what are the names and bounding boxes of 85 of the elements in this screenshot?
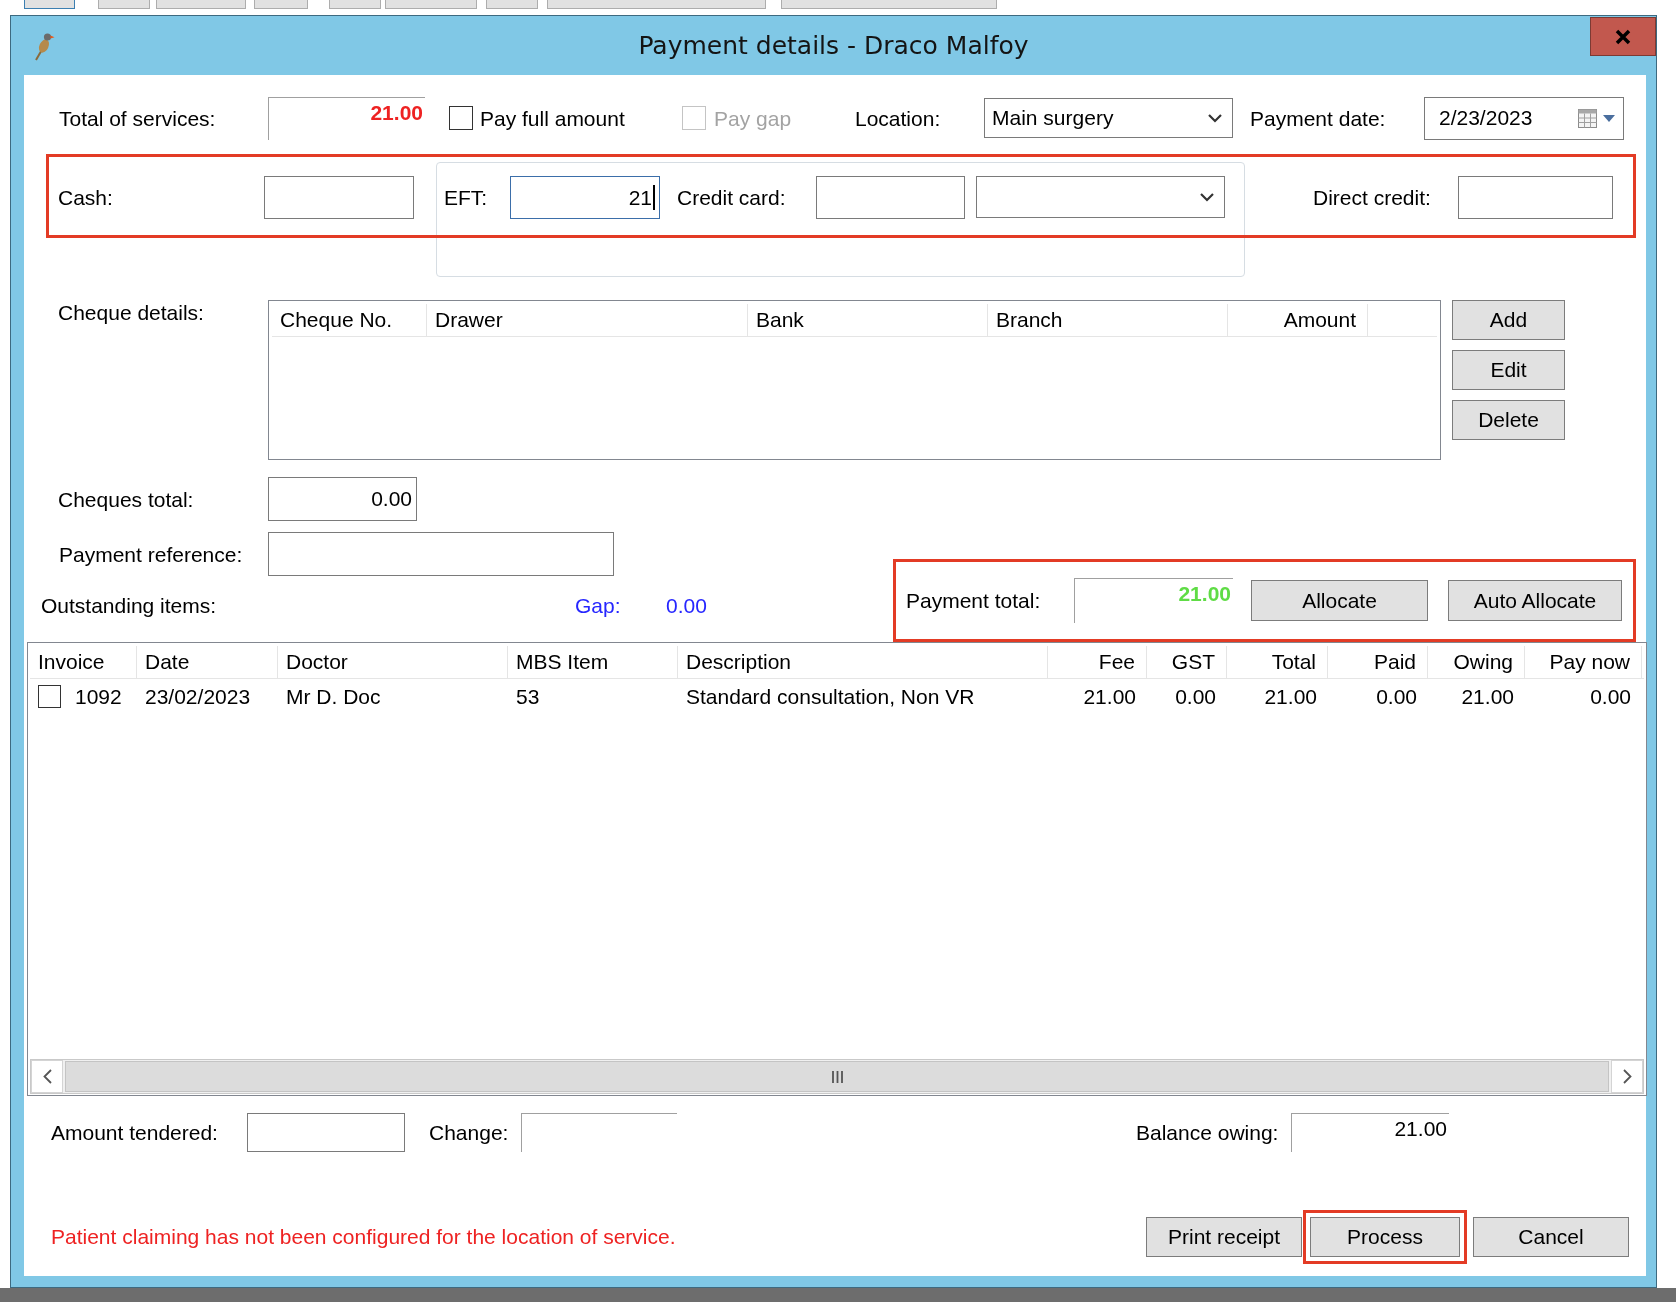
- table-cell: 0.00: [1590, 683, 1631, 709]
- field-label: Direct credit:: [1313, 185, 1431, 210]
- calendar-icon: [1578, 108, 1597, 128]
- gap-value: 0.00: [666, 592, 707, 618]
- add-button[interactable]: Add: [1452, 300, 1565, 340]
- input-field[interactable]: [247, 1113, 405, 1152]
- input-field[interactable]: 21: [510, 176, 660, 219]
- column-header[interactable]: Bank: [748, 304, 988, 336]
- chevron-right-icon: [1622, 1069, 1632, 1084]
- scroll-right-button[interactable]: [1611, 1060, 1643, 1093]
- chevron-left-icon: [42, 1069, 52, 1084]
- field-label: EFT:: [444, 185, 488, 210]
- checkbox[interactable]: [449, 106, 473, 130]
- table-cell: Standard consultation, Non VR: [686, 683, 975, 709]
- toolbar-button[interactable]: [24, 0, 75, 9]
- table-cell: 23/02/2023: [145, 683, 251, 709]
- close-icon: [1615, 28, 1631, 45]
- column-header[interactable]: Cheque No.: [272, 304, 427, 336]
- window-title: Payment details - Draco Malfoy: [638, 31, 1029, 60]
- field-label: Payment date:: [1250, 105, 1386, 131]
- readonly-field: 21.00: [1074, 578, 1233, 623]
- card-type-dropdown[interactable]: [976, 176, 1225, 218]
- column-header[interactable]: Branch: [988, 304, 1228, 336]
- field-label: Payment total:: [906, 588, 1041, 613]
- close-button[interactable]: [1590, 17, 1656, 56]
- checkbox[interactable]: [38, 684, 61, 708]
- column-header[interactable]: Pay now: [1525, 646, 1642, 678]
- column-header[interactable]: Amount: [1228, 304, 1368, 336]
- column-header[interactable]: Invoice: [30, 646, 137, 678]
- column-header[interactable]: Owing: [1428, 646, 1525, 678]
- chevron-down-icon: [1208, 113, 1222, 123]
- readonly-field: 21.00: [1291, 1113, 1449, 1152]
- field-label: Cash:: [58, 185, 113, 210]
- field-label: Credit card:: [677, 185, 786, 210]
- input-field[interactable]: [816, 176, 965, 219]
- table-cell: 21.00: [1083, 683, 1136, 709]
- checkbox-label: Pay gap: [714, 105, 792, 131]
- field-label: Total of services:: [59, 105, 216, 131]
- field-label: Cheques total:: [58, 486, 194, 512]
- field-label: Balance owing:: [1136, 1120, 1279, 1145]
- field-label: Cheque details:: [58, 300, 204, 325]
- table-cell: 0.00: [1376, 683, 1417, 709]
- allocate-button[interactable]: Allocate: [1251, 580, 1428, 621]
- column-header[interactable]: Doctor: [278, 646, 508, 678]
- bird-icon: [33, 30, 55, 61]
- column-header[interactable]: MBS Item: [508, 646, 678, 678]
- field-label: Payment reference:: [59, 541, 243, 567]
- input-field[interactable]: [268, 532, 614, 576]
- input-field[interactable]: [1458, 176, 1613, 219]
- input-field[interactable]: [264, 176, 414, 219]
- delete-button[interactable]: Delete: [1452, 400, 1565, 440]
- column-header[interactable]: Drawer: [427, 304, 748, 336]
- table-cell: 0.00: [1175, 683, 1216, 709]
- column-header[interactable]: Paid: [1328, 646, 1428, 678]
- scroll-left-button[interactable]: [31, 1060, 63, 1093]
- grip-icon: [831, 1070, 843, 1083]
- table-cell: 21.00: [1461, 683, 1514, 709]
- process-button[interactable]: Process: [1310, 1216, 1460, 1257]
- scrollbar-thumb[interactable]: [65, 1061, 1609, 1092]
- checkbox-label: Pay full amount: [480, 105, 625, 131]
- edit-button[interactable]: Edit: [1452, 350, 1565, 390]
- field-label: Change:: [429, 1120, 509, 1145]
- location-dropdown[interactable]: Main surgery: [984, 98, 1233, 138]
- table-cell: 21.00: [1264, 683, 1317, 709]
- column-header[interactable]: Description: [678, 646, 1048, 678]
- chevron-down-icon: [1200, 192, 1214, 202]
- column-header[interactable]: Date: [137, 646, 278, 678]
- gap-label: Gap:: [575, 592, 621, 618]
- date-picker[interactable]: 2/23/2023: [1424, 96, 1624, 140]
- caret-down-icon: [1603, 114, 1615, 122]
- column-header[interactable]: Fee: [1048, 646, 1147, 678]
- column-header[interactable]: GST: [1147, 646, 1227, 678]
- field-label: Location:: [855, 105, 941, 131]
- table-cell: 1092: [75, 683, 122, 709]
- column-header[interactable]: Total: [1227, 646, 1328, 678]
- section-label: Outstanding items:: [41, 592, 217, 618]
- readonly-field: 21.00: [268, 96, 425, 140]
- input-field[interactable]: 0.00: [268, 477, 417, 521]
- table-cell: 53: [516, 683, 540, 709]
- field-label: Amount tendered:: [51, 1120, 218, 1145]
- cancel-button[interactable]: Cancel: [1473, 1216, 1629, 1257]
- auto-allocate-button[interactable]: Auto Allocate: [1448, 580, 1622, 621]
- error-message: Patient claiming has not been configured for the location of service.: [51, 1224, 676, 1249]
- print-receipt-button[interactable]: Print receipt: [1146, 1216, 1302, 1257]
- table-cell: Mr D. Doc: [286, 683, 381, 709]
